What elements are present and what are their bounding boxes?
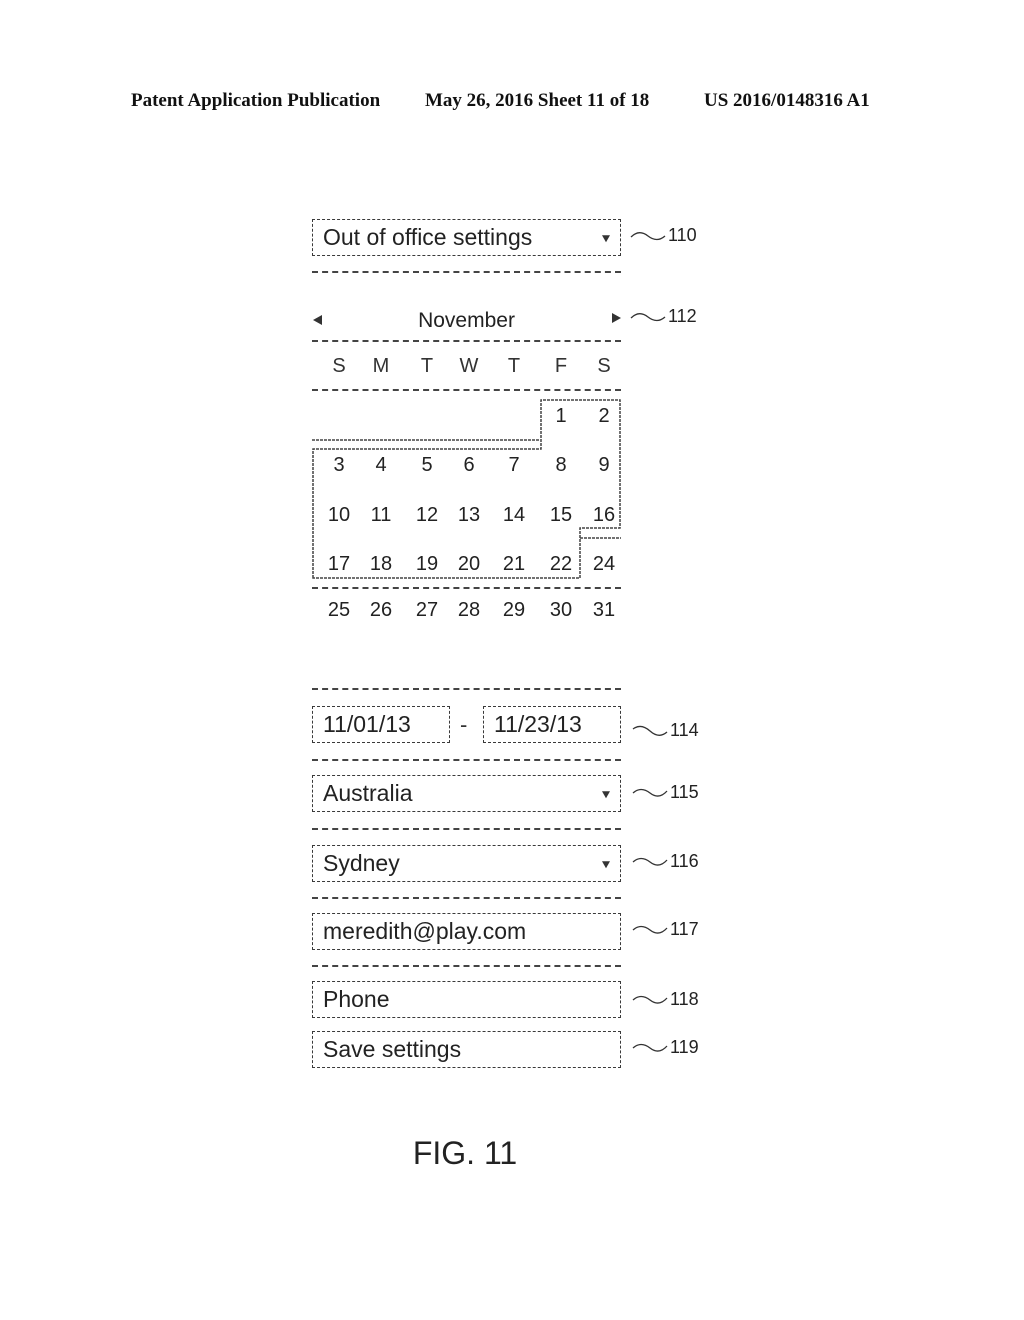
calendar-day[interactable]: 16 <box>582 504 626 527</box>
calendar-day[interactable]: 22 <box>539 553 583 576</box>
country-dropdown[interactable]: Australia <box>312 775 621 812</box>
calendar-day[interactable]: 5 <box>405 454 449 477</box>
calendar-day[interactable]: 13 <box>447 504 491 527</box>
phone-field[interactable]: Phone <box>312 981 621 1018</box>
reference-label-119: 119 <box>632 1037 699 1058</box>
reference-number: 115 <box>670 782 699 802</box>
reference-label-114: 114 <box>632 720 699 741</box>
reference-number: 116 <box>670 851 699 871</box>
calendar-day[interactable]: 30 <box>539 599 583 622</box>
end-date-value: 11/23/13 <box>494 710 582 737</box>
start-date-field[interactable]: 11/01/13 <box>312 706 450 743</box>
squiggle-leader-icon <box>632 925 668 934</box>
reference-label-118: 118 <box>632 989 699 1010</box>
squiggle-leader-icon <box>632 788 668 797</box>
divider <box>312 271 621 273</box>
weekday-label: S <box>332 355 346 377</box>
figure-label: FIG. 11 <box>412 1135 518 1171</box>
reference-number: 119 <box>670 1037 699 1057</box>
calendar-day[interactable]: 11 <box>359 504 403 527</box>
squiggle-leader-icon <box>630 231 666 240</box>
divider <box>312 965 621 967</box>
triangle-right-icon[interactable] <box>612 313 621 323</box>
weekday-label: M <box>372 355 390 377</box>
calendar-day[interactable]: 7 <box>492 454 536 477</box>
caret-down-icon <box>602 234 610 242</box>
calendar-day[interactable]: 15 <box>539 504 583 527</box>
phone-field-placeholder: Phone <box>323 985 390 1012</box>
selected-range-outline <box>312 399 621 579</box>
reference-number: 112 <box>668 306 697 326</box>
weekday-label: T <box>420 355 434 377</box>
settings-dropdown[interactable]: Out of office settings <box>312 219 621 256</box>
city-dropdown-value: Sydney <box>323 849 400 876</box>
end-date-field[interactable]: 11/23/13 <box>483 706 621 743</box>
weekday-label: S <box>597 355 611 377</box>
calendar-day[interactable]: 21 <box>492 553 536 576</box>
divider <box>312 897 621 899</box>
caret-down-icon <box>602 790 610 798</box>
calendar-day[interactable]: 19 <box>405 553 449 576</box>
calendar-day[interactable]: 17 <box>317 553 361 576</box>
start-date-value: 11/01/13 <box>323 710 411 737</box>
calendar-day[interactable]: 29 <box>492 599 536 622</box>
divider <box>312 688 621 690</box>
squiggle-leader-icon <box>632 1043 668 1052</box>
save-settings-button[interactable]: Save settings <box>312 1031 621 1068</box>
calendar-day[interactable]: 10 <box>317 504 361 527</box>
reference-number: 114 <box>670 720 699 740</box>
calendar-day[interactable]: 26 <box>359 599 403 622</box>
calendar-day[interactable]: 12 <box>405 504 449 527</box>
reference-label-115: 115 <box>632 782 699 803</box>
calendar-day[interactable]: 2 <box>582 405 626 428</box>
divider <box>312 759 621 761</box>
calendar-month-title: November <box>418 309 515 332</box>
city-dropdown[interactable]: Sydney <box>312 845 621 882</box>
divider <box>312 389 621 391</box>
patent-number: US 2016/0148316 A1 <box>704 90 870 111</box>
save-settings-label: Save settings <box>323 1035 462 1062</box>
email-field-value: meredith@play.com <box>323 917 527 944</box>
squiggle-leader-icon <box>632 995 668 1004</box>
reference-number: 118 <box>670 989 699 1009</box>
divider <box>312 828 621 830</box>
reference-label-117: 117 <box>632 919 699 940</box>
weekday-label: T <box>507 355 521 377</box>
calendar-day[interactable]: 25 <box>317 599 361 622</box>
country-dropdown-value: Australia <box>323 779 413 806</box>
calendar-day[interactable]: 3 <box>317 454 361 477</box>
divider <box>312 340 621 342</box>
calendar-day[interactable]: 28 <box>447 599 491 622</box>
email-field[interactable]: meredith@play.com <box>312 913 621 950</box>
calendar-day[interactable]: 8 <box>539 454 583 477</box>
reference-label-116: 116 <box>632 851 699 872</box>
reference-number: 117 <box>670 919 699 939</box>
calendar-day[interactable]: 14 <box>492 504 536 527</box>
weekday-label: F <box>554 355 568 377</box>
calendar-day[interactable]: 1 <box>539 405 583 428</box>
calendar-day[interactable]: 31 <box>582 599 626 622</box>
divider <box>312 587 621 589</box>
calendar-day[interactable]: 4 <box>359 454 403 477</box>
publication-date-sheet: May 26, 2016 Sheet 11 of 18 <box>425 90 650 111</box>
calendar-day[interactable]: 20 <box>447 553 491 576</box>
squiggle-leader-icon <box>632 725 668 736</box>
reference-number: 110 <box>668 225 697 245</box>
squiggle-leader-icon <box>630 312 666 321</box>
calendar-day[interactable]: 6 <box>447 454 491 477</box>
settings-dropdown-value: Out of office settings <box>323 223 533 250</box>
publication-title: Patent Application Publication <box>131 90 381 111</box>
date-range-separator: - <box>460 712 468 737</box>
reference-label-112: 112 <box>630 306 697 327</box>
caret-down-icon <box>602 860 610 868</box>
squiggle-leader-icon <box>632 857 668 866</box>
weekday-label: W <box>459 355 479 377</box>
calendar-day[interactable]: 27 <box>405 599 449 622</box>
calendar-day[interactable]: 18 <box>359 553 403 576</box>
calendar-day[interactable]: 24 <box>582 553 626 576</box>
calendar-day[interactable]: 9 <box>582 454 626 477</box>
reference-label-110: 110 <box>630 225 697 246</box>
